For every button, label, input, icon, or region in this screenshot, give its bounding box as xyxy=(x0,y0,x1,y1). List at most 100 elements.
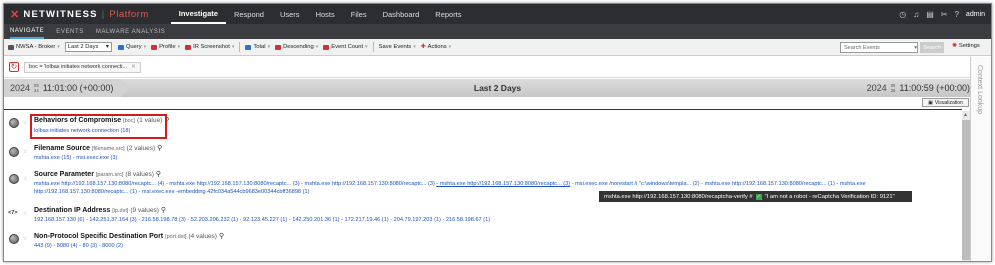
expand-toggle-icon[interactable] xyxy=(9,118,19,128)
event-count-button[interactable]: Event Count ▾ xyxy=(323,44,368,50)
meta-value-link[interactable]: - 172.217.19.46 (1) xyxy=(341,217,389,223)
meta-value-link[interactable]: - 8000 (2) xyxy=(99,243,123,249)
scroll-up-icon[interactable]: ▲ xyxy=(963,112,968,118)
expand-toggle-icon[interactable] xyxy=(9,174,19,184)
clock-icon[interactable]: ◷ xyxy=(899,10,906,19)
chevron-down-icon: ▾ xyxy=(105,44,109,50)
tab-events[interactable]: EVENTS xyxy=(56,24,84,39)
star-icon[interactable]: ☆ xyxy=(23,211,27,217)
time-range-select[interactable]: Last 2 Days ▾ xyxy=(64,42,112,52)
meta-value-link[interactable]: http://192.168.157.130:8080/recaptc... (… xyxy=(34,189,137,195)
group-toggle-label[interactable]: <7> xyxy=(8,210,20,220)
meta-value-link[interactable]: - 80 (3) xyxy=(79,243,97,249)
visualization-label: Visualization xyxy=(934,99,963,106)
value-tooltip: mshta.exe http://192.168.157.130:8080/re… xyxy=(599,191,912,202)
actions-icon: ✚ xyxy=(420,44,426,50)
meta-value-link[interactable]: - mshta.exe http://192.168.157.130:8080/… xyxy=(701,181,835,187)
profile-icon xyxy=(151,44,158,50)
save-events-button[interactable]: Save Events ▾ xyxy=(379,44,416,50)
actions-button[interactable]: ✚ Actions ▾ xyxy=(421,44,451,50)
nav-reports[interactable]: Reports xyxy=(427,4,469,24)
scrollbar-thumb[interactable] xyxy=(962,120,970,260)
close-icon[interactable]: ✕ xyxy=(131,64,136,70)
nav-users[interactable]: Users xyxy=(272,4,308,24)
ir-screenshot-button[interactable]: IR Screenshot ▾ xyxy=(185,44,234,50)
descending-button[interactable]: Descending ▾ xyxy=(275,44,318,50)
filter-icon xyxy=(117,44,124,50)
context-lookup-label: Context Lookup xyxy=(976,65,983,115)
visualization-button[interactable]: ▣ Visualization xyxy=(922,98,969,107)
profile-button[interactable]: Profile ▾ xyxy=(151,44,180,50)
meta-value-link[interactable]: 192.168.157.130 (6) xyxy=(34,217,84,223)
meta-value-link[interactable]: - 8080 (4) xyxy=(53,243,77,249)
main-nav: Investigate Respond Users Hosts Files Da… xyxy=(170,4,470,24)
vertical-scrollbar[interactable]: ▲ xyxy=(962,111,970,261)
meta-value-link[interactable]: - 216.58.198.67 (1) xyxy=(442,217,490,223)
meta-group-title[interactable]: Source Parameter [param.src] (8 values) … xyxy=(34,170,161,178)
start-time: 11:01:00 (+00:00) xyxy=(42,83,114,93)
meta-value-link[interactable]: - 52.203.206.232 (1) xyxy=(187,217,238,223)
end-time: 11:00:59 (+00:00) xyxy=(899,83,970,93)
user-menu[interactable]: admin xyxy=(966,11,985,18)
expand-toggle-icon[interactable] xyxy=(9,147,19,157)
start-date: 09 24 xyxy=(34,83,39,93)
broker-selector[interactable]: NWSA - Broker ▾ xyxy=(8,44,60,50)
star-icon[interactable]: ☆ xyxy=(23,149,27,155)
meta-group-title[interactable]: Filename Source [filename.src] (2 values… xyxy=(34,144,162,152)
nav-respond[interactable]: Respond xyxy=(226,4,272,24)
meta-value-link[interactable]: - msi.exec.exe -embedding 42fc034a544cb9… xyxy=(139,189,310,195)
search-icon: ⚲ xyxy=(218,233,225,240)
meta-value-link[interactable]: - 92.123.45.227 (1) xyxy=(240,217,288,223)
clipboard-icon[interactable]: ▤ xyxy=(926,10,934,19)
tab-navigate[interactable]: NAVIGATE xyxy=(10,24,45,39)
meta-group-title[interactable]: Destination IP Address [ip.dst] (9 value… xyxy=(34,206,166,214)
end-year: 2024 xyxy=(866,83,887,93)
highlight-box xyxy=(30,114,167,139)
start-year: 2024 xyxy=(10,83,31,93)
total-button[interactable]: Total ▾ xyxy=(245,44,270,50)
top-nav-bar: ✕ NETWITNESS | Platform Investigate Resp… xyxy=(4,4,991,24)
meta-value-link[interactable]: - mshta.exe http://192.168.157.130:8080/… xyxy=(166,181,300,187)
meta-value-link[interactable]: - msi.exec.exe (3) xyxy=(73,155,117,161)
settings-button[interactable]: ✺ Settings xyxy=(952,43,980,49)
meta-value-link[interactable]: - 204.79.197.203 (1) xyxy=(390,217,441,223)
profile-label: Profile xyxy=(159,44,176,50)
meta-values: 192.168.157.130 (6) - 142.251.37.164 (3)… xyxy=(34,216,490,224)
breadcrumb-row: ↻ boc = 'lolbas initiates network connec… xyxy=(4,57,991,78)
meta-value-link[interactable]: mshta.exe http://192.168.157.130:8080/re… xyxy=(34,181,164,187)
nav-dashboard[interactable]: Dashboard xyxy=(375,4,428,24)
meta-value-link[interactable]: mshta.exe (15) xyxy=(34,155,71,161)
toolbar-divider xyxy=(372,42,374,52)
total-label: Total xyxy=(253,44,266,50)
meta-value-link[interactable]: - msi.exec.exe /norestart /i "c:\windows… xyxy=(572,181,700,187)
query-button[interactable]: Query ▾ xyxy=(117,44,146,50)
meta-value-link[interactable]: - mshta.exe xyxy=(836,181,865,187)
nav-hosts[interactable]: Hosts xyxy=(308,4,343,24)
meta-value-link[interactable]: 443 (9) xyxy=(34,243,52,249)
meta-group-title[interactable]: Non-Protocol Specific Destination Port [… xyxy=(34,232,224,240)
nav-files[interactable]: Files xyxy=(343,4,375,24)
timeline-start: 2024 09 24 11:01:00 (+00:00) xyxy=(4,79,131,97)
meta-value-link[interactable]: - 142.251.37.164 (3) xyxy=(86,217,137,223)
meta-value-link[interactable]: - mshta.exe http://192.168.157.130:8080/… xyxy=(301,181,435,187)
breadcrumb[interactable]: boc = 'lolbas initiates network connecti… xyxy=(24,61,141,73)
ir-screenshot-label: IR Screenshot xyxy=(193,44,230,50)
star-icon[interactable]: ☆ xyxy=(23,236,27,242)
timeline-bar[interactable]: 2024 09 24 11:01:00 (+00:00) Last 2 Days… xyxy=(4,79,991,97)
bell-icon[interactable]: ♫ xyxy=(913,10,919,19)
tab-malware-analysis[interactable]: MALWARE ANALYSIS xyxy=(96,24,166,39)
tools-icon[interactable]: ✂ xyxy=(941,10,948,19)
meta-value-link[interactable]: - 216.58.198.78 (3) xyxy=(138,217,186,223)
expand-toggle-icon[interactable] xyxy=(9,234,19,244)
search-events-input[interactable]: Search Events ▾ xyxy=(840,42,918,53)
refresh-icon[interactable]: ↻ xyxy=(9,62,19,72)
meta-value-link[interactable]: - mshta.exe http://192.168.157.130:8080/… xyxy=(436,181,570,187)
star-icon[interactable]: ☆ xyxy=(23,176,27,182)
search-button[interactable]: Search xyxy=(920,42,944,53)
context-lookup-panel[interactable]: Context Lookup xyxy=(970,57,991,261)
meta-value-link[interactable]: - 142.250.201.36 (1) xyxy=(289,217,340,223)
help-icon[interactable]: ? xyxy=(954,10,958,19)
brand-logo[interactable]: ✕ NETWITNESS | Platform xyxy=(10,8,149,21)
nav-investigate[interactable]: Investigate xyxy=(170,4,226,24)
star-icon[interactable]: ☆ xyxy=(23,120,27,126)
